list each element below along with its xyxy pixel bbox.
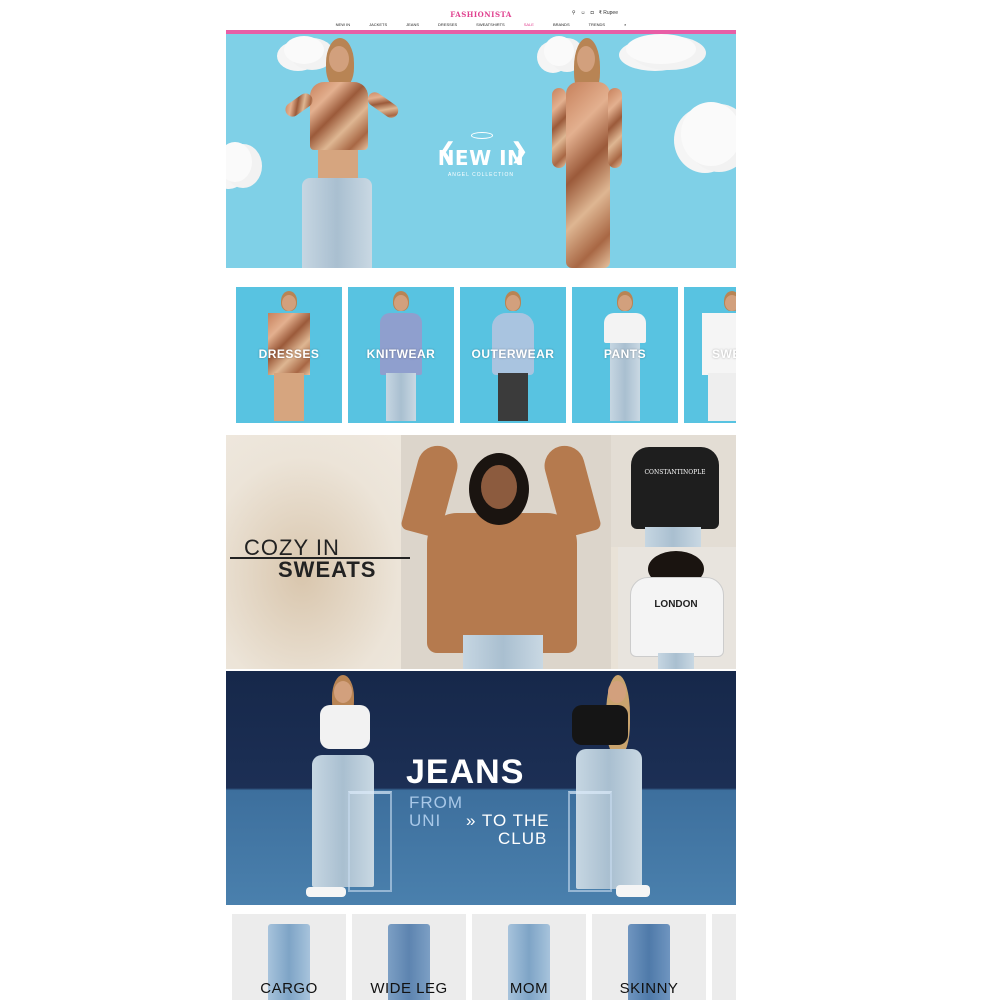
hero-subtitle: ANGEL COLLECTION [447, 172, 515, 178]
category-tile-pants[interactable]: PANTS [572, 287, 678, 423]
category-tile-outerwear[interactable]: OUTERWEAR [460, 287, 566, 423]
jeans-fit-row: CARGO WIDE LEG MOM SKINNY [226, 914, 736, 1000]
category-label: KNITWEAR [366, 347, 436, 361]
site-logo[interactable]: FASHIONISTA [226, 10, 736, 19]
model-panel: LONDON [618, 547, 736, 669]
hero-banner[interactable]: ❮ ❯ NEW IN ANGEL COLLECTION [226, 34, 736, 268]
jeans-banner[interactable]: JEANS FROM UNI » TO THE CLUB [226, 671, 736, 905]
fit-label: CARGO [260, 980, 318, 997]
nav-item-jeans[interactable]: JEANS [406, 22, 419, 27]
fit-tile-cargo[interactable]: CARGO [232, 914, 346, 1000]
fit-tile-skinny[interactable]: SKINNY [592, 914, 706, 1000]
hero-title: NEW IN [437, 146, 525, 170]
hoodie-print: LONDON [654, 599, 698, 610]
category-label: OUTERWEAR [471, 347, 555, 361]
location-pin-icon[interactable]: ⚲ [572, 10, 576, 16]
nav-item-sweatshirts[interactable]: SWEATSHIRTS [476, 22, 505, 27]
cozy-sweats-banner[interactable]: CONSTANTINOPLE LONDON COZY IN SWEATS [226, 435, 736, 669]
jeans-headline: JEANS [406, 753, 525, 791]
fit-label: WIDE LEG [370, 980, 448, 997]
nav-item-sale[interactable]: SALE [524, 22, 534, 27]
nav-item-trends[interactable]: TRENDS [589, 22, 605, 27]
main-nav: NEW IN JACKETS JEANS DRESSES SWEATSHIRTS… [226, 22, 736, 27]
jeans-club-text: CLUB [498, 829, 548, 848]
category-label: PANTS [603, 347, 647, 361]
category-row: DRESSES KNITWEAR OUTERWEAR PANTS SWE [226, 287, 736, 423]
fit-tile-wide-leg[interactable]: WIDE LEG [352, 914, 466, 1000]
site-header: FASHIONISTA ⚲ ☺ ◘ ₹ Rupee NEW IN JACKETS… [226, 8, 736, 32]
fit-label: SKINNY [619, 980, 679, 997]
nav-item-jackets[interactable]: JACKETS [369, 22, 387, 27]
hoodie-print: CONSTANTINOPLE [644, 469, 706, 476]
category-tile-knitwear[interactable]: KNITWEAR [348, 287, 454, 423]
user-icon[interactable]: ☺ [581, 10, 586, 16]
cozy-headline-2: SWEATS [278, 557, 377, 582]
fit-tile-more[interactable] [712, 914, 736, 1000]
model-panel [400, 435, 611, 669]
stool-decoration [348, 791, 392, 892]
category-label: SWE [712, 347, 736, 361]
bag-icon[interactable]: ◘ [591, 10, 594, 16]
currency-selector[interactable]: ₹ Rupee [599, 10, 618, 16]
category-label: DRESSES [258, 347, 320, 361]
model-panel: CONSTANTINOPLE [611, 435, 736, 547]
category-tile-dresses[interactable]: DRESSES [236, 287, 342, 423]
search-icon[interactable]: ⌕ [624, 22, 626, 27]
jeans-to-the-text: » TO THE [466, 811, 550, 830]
nav-item-new-in[interactable]: NEW IN [336, 22, 350, 27]
jeans-uni-text: UNI [409, 811, 442, 830]
category-tile-sweatshirts[interactable]: SWE [684, 287, 736, 423]
stool-decoration [568, 791, 612, 892]
jeans-from-text: FROM [409, 793, 464, 812]
halo-icon [471, 132, 493, 139]
page: FASHIONISTA ⚲ ☺ ◘ ₹ Rupee NEW IN JACKETS… [226, 0, 736, 1000]
fit-tile-mom[interactable]: MOM [472, 914, 586, 1000]
nav-item-dresses[interactable]: DRESSES [438, 22, 457, 27]
fit-label: MOM [509, 980, 549, 997]
nav-item-brands[interactable]: BRANDS [553, 22, 570, 27]
header-icons: ⚲ ☺ ◘ ₹ Rupee [572, 10, 618, 16]
